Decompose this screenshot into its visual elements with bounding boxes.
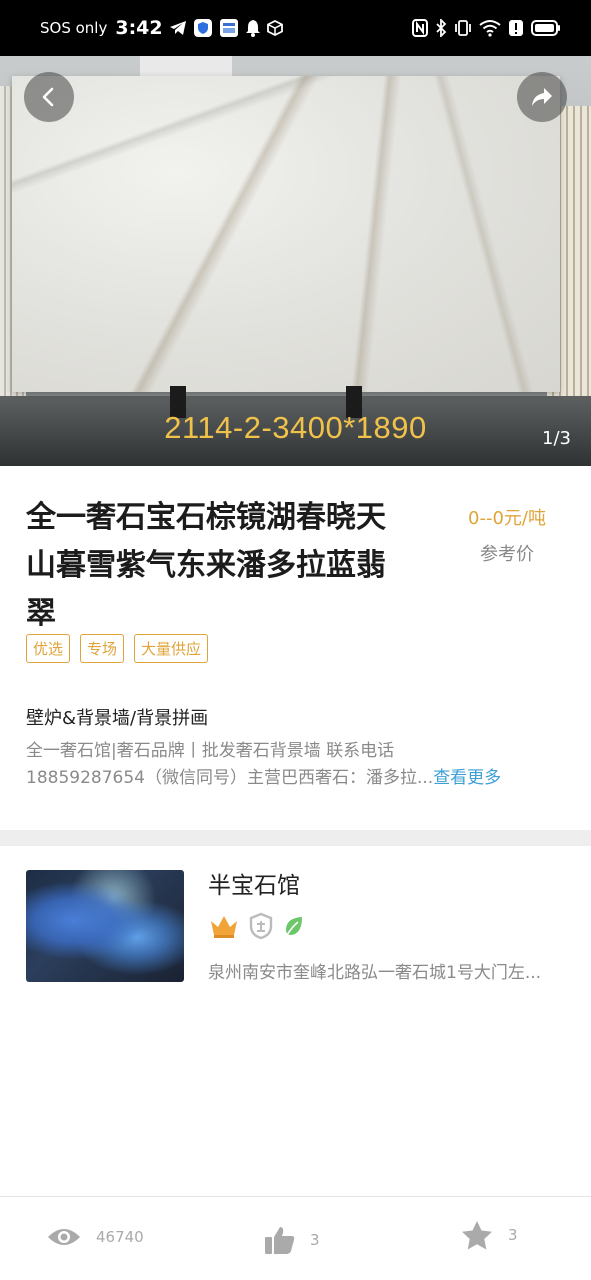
app-notification-icon: [219, 18, 239, 38]
price-block: 0--0元/吨 参考价: [447, 504, 567, 566]
product-title: 全一奢石宝石棕镜湖春晓天 山暮雪紫气东来潘多拉蓝翡 翠: [26, 494, 446, 638]
description-line-2: 18859287654（微信同号）主营巴西奢石：潘多拉...查看更多: [26, 765, 571, 792]
tag-special: 专场: [80, 634, 125, 663]
price-value: 0--0元/吨: [468, 508, 546, 529]
favorites-count: 3: [508, 1226, 518, 1244]
product-tags: 优选 专场 大量供应: [26, 634, 209, 663]
share-button[interactable]: [517, 72, 567, 122]
share-arrow-icon: [532, 88, 552, 106]
product-image-carousel[interactable]: 2114-2-3400*1890 1/3: [0, 56, 591, 466]
nfc-icon: [412, 19, 428, 37]
likes-count: 3: [310, 1231, 320, 1249]
product-description: 全一奢石馆|奢石品牌丨批发奢石背景墙 联系电话 18859287654（微信同号…: [26, 738, 571, 792]
warehouse-sign: [140, 56, 232, 76]
shop-name[interactable]: 半宝石馆: [208, 866, 300, 900]
image-counter: 1/3: [542, 428, 571, 449]
crown-icon: [208, 913, 240, 943]
like-button[interactable]: 3: [264, 1225, 320, 1255]
vibrate-icon: [454, 19, 472, 37]
bluetooth-icon: [435, 19, 447, 37]
wifi-icon: [479, 19, 501, 37]
bell-icon: [245, 19, 261, 37]
description-text: 18859287654（微信同号）主营巴西奢石：潘多拉...: [26, 768, 434, 788]
enterprise-shield-icon: [248, 912, 274, 944]
status-bar: SOS only 3:42: [0, 0, 591, 56]
description-line: 全一奢石馆|奢石品牌丨批发奢石背景墙 联系电话: [26, 741, 395, 761]
product-title-line: 翠: [26, 596, 56, 631]
leaf-icon: [282, 914, 306, 942]
slab-dimension-label: 2114-2-3400*1890: [164, 410, 427, 445]
box-icon: [266, 20, 283, 36]
marble-slab-image: [12, 76, 560, 392]
thumbs-up-icon: [265, 1227, 295, 1254]
price-label: 参考价: [480, 544, 534, 565]
carrier-text: SOS only: [40, 19, 108, 37]
views-counter: 46740: [46, 1225, 144, 1249]
eye-icon: [48, 1229, 80, 1245]
tag-bulk-supply: 大量供应: [134, 634, 209, 663]
chevron-left-icon: [42, 87, 54, 107]
back-button[interactable]: [24, 72, 74, 122]
see-more-link[interactable]: 查看更多: [433, 768, 501, 788]
alert-icon: [508, 19, 524, 37]
shield-app-icon: [193, 18, 213, 38]
views-count: 46740: [96, 1228, 144, 1246]
star-icon: [462, 1221, 492, 1250]
product-title-line: 山暮雪紫气东来潘多拉蓝翡: [26, 548, 386, 583]
status-left: SOS only 3:42: [40, 17, 283, 39]
product-category: 壁炉&背景墙/背景拼画: [26, 708, 209, 729]
section-divider: [0, 830, 591, 846]
shop-thumbnail[interactable]: [26, 870, 184, 982]
shop-badges: [208, 912, 306, 944]
battery-icon: [531, 19, 561, 37]
tag-featured: 优选: [26, 634, 71, 663]
bottom-action-bar: 46740 3 3: [0, 1196, 591, 1280]
status-right: [412, 19, 561, 37]
product-title-line: 全一奢石宝石棕镜湖春晓天: [26, 500, 386, 535]
telegram-icon: [169, 20, 187, 36]
favorite-button[interactable]: 3: [460, 1219, 518, 1251]
shop-address: 泉州南安市奎峰北路弘一奢石城1号大门左...: [208, 963, 542, 983]
clock: 3:42: [115, 17, 163, 39]
